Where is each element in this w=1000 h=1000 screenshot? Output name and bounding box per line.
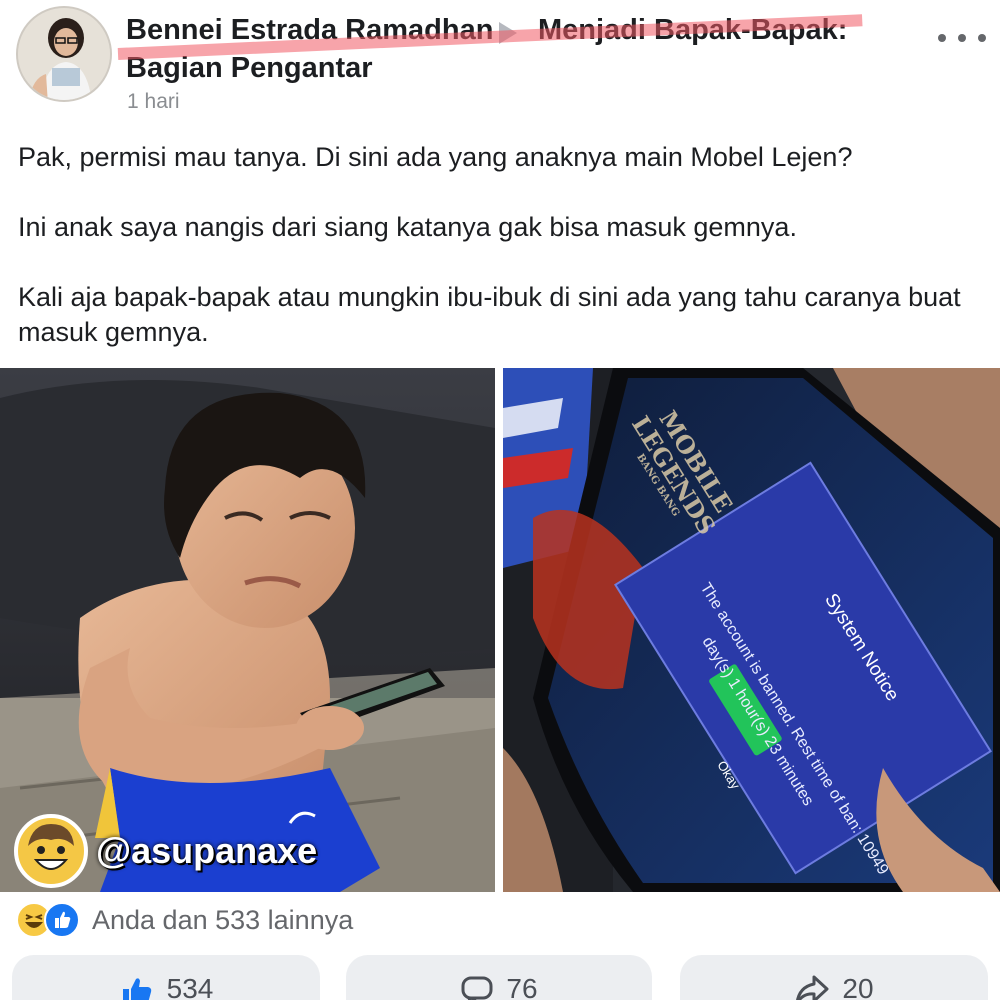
- reactions-text[interactable]: Anda dan 533 lainnya: [92, 905, 353, 936]
- more-options-icon[interactable]: [938, 28, 986, 48]
- post-actions: 534 76 20: [0, 955, 1000, 1000]
- thumbs-up-icon: [122, 978, 151, 1000]
- comment-icon: [461, 976, 493, 1000]
- like-icon: [44, 902, 80, 938]
- post-paragraph: Ini anak saya nangis dari siang katanya …: [18, 212, 797, 242]
- phone-photo-image: [503, 368, 1000, 892]
- reactions-summary[interactable]: Anda dan 533 lainnya: [16, 902, 353, 938]
- post-body: Pak, permisi mau tanya. Di sini ada yang…: [18, 140, 988, 385]
- post-paragraph: Pak, permisi mau tanya. Di sini ada yang…: [18, 142, 853, 172]
- post-paragraph: Kali aja bapak-bapak atau mungkin ibu-ib…: [18, 282, 961, 347]
- watermark: @asupanaxe: [14, 814, 317, 888]
- post-header: Bennei Estrada Ramadhan Menjadi Bapak-Ba…: [0, 0, 1000, 120]
- avatar-image: [18, 8, 110, 100]
- like-count: 534: [166, 973, 214, 1000]
- share-icon: [796, 975, 829, 1000]
- like-button[interactable]: 534: [12, 955, 320, 1000]
- share-button[interactable]: 20: [680, 955, 988, 1000]
- watermark-handle: @asupanaxe: [96, 830, 318, 871]
- share-count: 20: [842, 973, 874, 1000]
- author-avatar[interactable]: [16, 6, 112, 102]
- smiling-face-icon: [14, 814, 88, 888]
- comment-count: 76: [506, 973, 538, 1000]
- photo-phone-ban-notice[interactable]: MOBILE LEGENDS BANG BANG System Notice T…: [503, 368, 1000, 892]
- post-timestamp[interactable]: 1 hari: [127, 90, 180, 114]
- comment-button[interactable]: 76: [346, 955, 652, 1000]
